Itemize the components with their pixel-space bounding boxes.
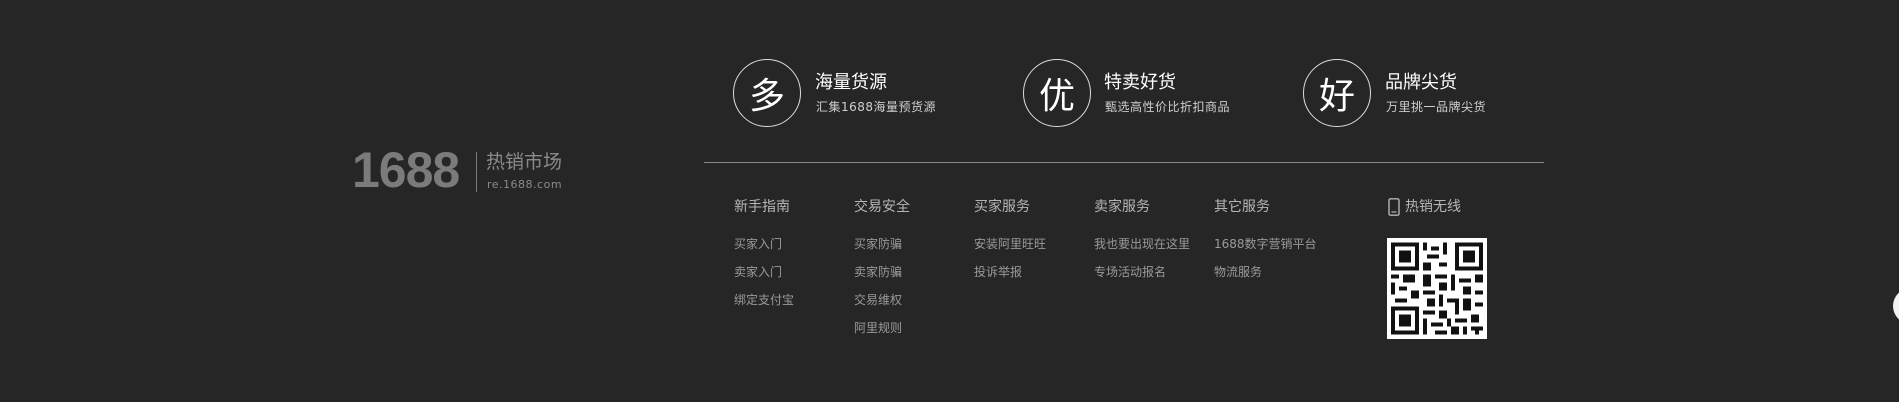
feature-item-3: 好 (1303, 59, 1371, 127)
column-heading: 交易安全 (854, 199, 910, 215)
feature-desc: 汇集1688海量预货源 (816, 100, 937, 114)
column-heading: 其它服务 (1214, 199, 1270, 215)
feature-badge-icon: 优 (1023, 59, 1091, 127)
footer-link[interactable]: 交易维权 (854, 292, 974, 308)
feature-desc: 万里挑一品牌尖货 (1386, 100, 1487, 114)
logo-title[interactable]: 热销市场 (486, 150, 562, 174)
footer-link[interactable]: 我也要出现在这里 (1094, 236, 1214, 252)
feature-item-2: 优 (1023, 59, 1091, 127)
footer-column-guide: 新手指南 买家入门 卖家入门 绑定支付宝 (734, 198, 854, 320)
footer-column-buyer: 买家服务 安装阿里旺旺 投诉举报 (974, 198, 1094, 292)
feature-badge-icon: 多 (733, 59, 801, 127)
footer-column-security: 交易安全 买家防骗 卖家防骗 交易维权 阿里规则 (854, 198, 974, 348)
footer-divider (704, 162, 1544, 163)
footer-link[interactable]: 卖家入门 (734, 264, 854, 280)
feature-desc: 甄选高性价比折扣商品 (1105, 100, 1231, 114)
footer-link[interactable]: 专场活动报名 (1094, 264, 1214, 280)
mobile-phone-icon (1388, 198, 1400, 216)
logo-subtitle: re.1688.com (487, 178, 563, 191)
side-float-button[interactable] (1893, 288, 1899, 324)
feature-item-1: 多 (733, 59, 801, 127)
feature-title: 海量货源 (815, 72, 887, 93)
logo-divider (476, 152, 477, 192)
mobile-label[interactable]: 热销无线 (1405, 198, 1461, 216)
column-heading: 卖家服务 (1094, 199, 1150, 215)
feature-title: 品牌尖货 (1385, 72, 1457, 93)
qr-code-icon (1387, 238, 1487, 339)
footer-link[interactable]: 绑定支付宝 (734, 292, 854, 308)
feature-badge-icon: 好 (1303, 59, 1371, 127)
footer-link[interactable]: 阿里规则 (854, 320, 974, 336)
column-heading: 买家服务 (974, 199, 1030, 215)
footer-link[interactable]: 1688数字营销平台 (1214, 236, 1334, 252)
footer-column-other: 其它服务 1688数字营销平台 物流服务 (1214, 198, 1334, 292)
footer-link[interactable]: 卖家防骗 (854, 264, 974, 280)
footer-link[interactable]: 买家入门 (734, 236, 854, 252)
footer-link[interactable]: 买家防骗 (854, 236, 974, 252)
feature-title: 特卖好货 (1104, 72, 1176, 93)
footer-link[interactable]: 物流服务 (1214, 264, 1334, 280)
footer-link[interactable]: 安装阿里旺旺 (974, 236, 1094, 252)
footer-column-seller: 卖家服务 我也要出现在这里 专场活动报名 (1094, 198, 1214, 292)
footer-link[interactable]: 投诉举报 (974, 264, 1094, 280)
column-heading: 新手指南 (734, 199, 790, 215)
logo-number[interactable]: 1688 (352, 140, 460, 200)
